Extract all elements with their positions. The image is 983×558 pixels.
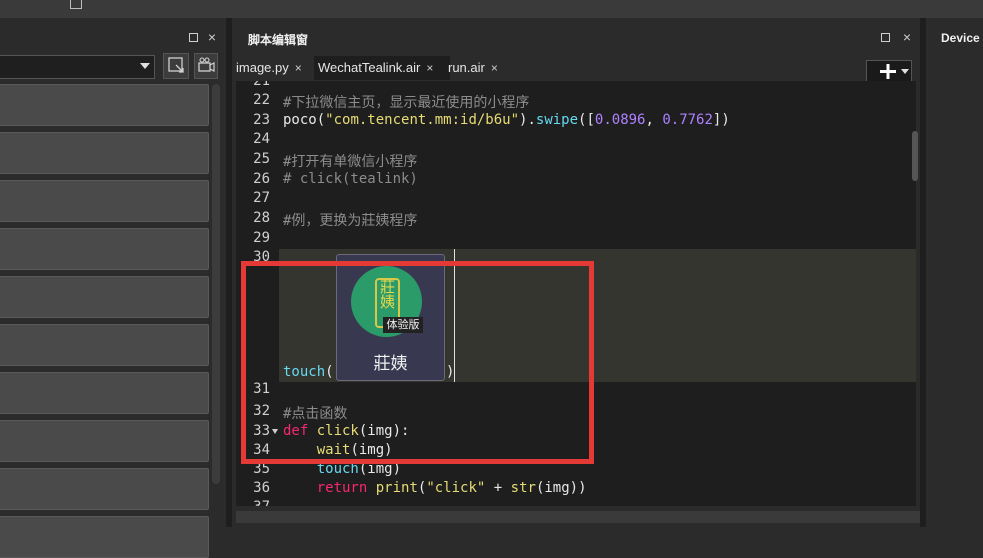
close-icon[interactable]: ×: [295, 61, 302, 75]
list-item[interactable]: [0, 228, 209, 270]
select-region-icon: [168, 57, 184, 73]
code-token: poco(: [283, 112, 326, 128]
code-token: +: [485, 480, 511, 496]
list-item[interactable]: [0, 468, 209, 510]
code-token: #打开有单微信小程序: [283, 154, 418, 170]
code-editor[interactable]: 21 22 #下拉微信主页，显示最近使用的小程序 23 poco("com.tencen…: [236, 81, 916, 506]
code-line: # click(tealink): [283, 171, 418, 187]
line-number: 23: [253, 112, 270, 128]
line-number: 27: [253, 190, 270, 206]
element-list: [0, 84, 210, 558]
tab-run-air[interactable]: run.air ×: [448, 56, 508, 80]
close-icon[interactable]: ×: [902, 30, 912, 44]
horizontal-scrollbar[interactable]: [236, 511, 920, 523]
code-token: #下拉微信主页，显示最近使用的小程序: [283, 95, 530, 111]
line-number: 22: [253, 92, 270, 108]
line-number: 29: [253, 230, 270, 246]
tab-wechattealink-air[interactable]: WechatTealink.air ×: [314, 56, 450, 80]
highlight-box: [241, 261, 594, 464]
code-token: return: [316, 480, 376, 496]
code-token: (img)): [535, 480, 587, 496]
list-item[interactable]: [0, 372, 209, 414]
code-scrollbar[interactable]: [912, 131, 918, 181]
add-tab-button[interactable]: [866, 60, 912, 82]
left-scrollbar[interactable]: [212, 84, 220, 484]
close-icon[interactable]: ×: [491, 61, 498, 75]
tab-image-py[interactable]: image.py ×: [236, 56, 312, 80]
code-token: # click(tealink): [283, 171, 418, 187]
line-number: 28: [253, 210, 270, 226]
close-icon[interactable]: ×: [426, 61, 433, 75]
tab-label: image.py: [236, 60, 289, 75]
left-panel-titlebar: ×: [0, 18, 226, 53]
code-token: ).: [519, 112, 536, 128]
list-item[interactable]: [0, 324, 209, 366]
close-icon[interactable]: ×: [207, 30, 217, 44]
code-token: str: [510, 480, 536, 496]
left-panel: ×: [0, 18, 226, 558]
code-line: #下拉微信主页，显示最近使用的小程序: [283, 92, 529, 112]
list-item[interactable]: [0, 276, 209, 318]
code-token: "com.tencent.mm:id/b6u": [325, 112, 520, 128]
script-editor-panel: 脚本编辑窗 × image.py × WechatTealink.air × run…: [232, 18, 920, 527]
list-item[interactable]: [0, 516, 209, 558]
tab-label: run.air: [448, 60, 485, 75]
record-icon: [198, 57, 215, 72]
chevron-down-icon: [140, 63, 150, 69]
list-item[interactable]: [0, 180, 209, 222]
line-number: 25: [253, 151, 270, 167]
panel-title: Device: [941, 31, 980, 45]
record-button[interactable]: [194, 53, 218, 79]
restore-icon[interactable]: [880, 32, 890, 42]
tab-label: WechatTealink.air: [318, 60, 421, 75]
select-region-button[interactable]: [163, 53, 189, 79]
code-token: ]): [712, 112, 730, 128]
document-icon[interactable]: [70, 0, 82, 9]
code-token: swipe: [535, 112, 579, 128]
top-toolbar: [0, 0, 983, 18]
panel-title: 脚本编辑窗: [248, 33, 309, 47]
code-line: return print("click" + str(img)): [283, 480, 587, 496]
line-number: 24: [253, 131, 270, 147]
line-number: 26: [253, 171, 270, 187]
line-number: 37: [236, 499, 270, 506]
code-token: ([: [578, 112, 595, 128]
code-line: poco("com.tencent.mm:id/b6u").swipe([0.0…: [283, 112, 730, 128]
code-token: #例，更换为莊姨程序: [283, 213, 418, 229]
code-token: ,: [645, 112, 663, 128]
code-token: "click": [426, 480, 486, 496]
code-token: 0.7762: [662, 112, 713, 128]
restore-icon[interactable]: [188, 32, 198, 42]
code-line: #打开有单微信小程序: [283, 151, 417, 171]
device-select[interactable]: [0, 55, 155, 79]
line-number: 36: [253, 480, 270, 496]
code-token: print: [375, 480, 418, 496]
list-item[interactable]: [0, 420, 209, 462]
code-token: 0.0896: [594, 112, 646, 128]
list-item[interactable]: [0, 84, 209, 126]
plus-icon: [880, 64, 909, 79]
code-line: #例，更换为莊姨程序: [283, 210, 417, 230]
line-number: 21: [253, 81, 270, 89]
device-panel: Device: [926, 18, 983, 527]
list-item[interactable]: [0, 132, 209, 174]
